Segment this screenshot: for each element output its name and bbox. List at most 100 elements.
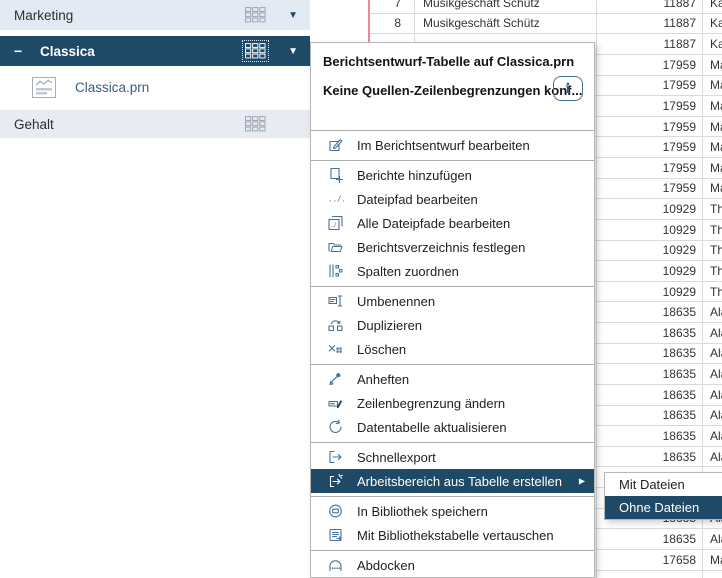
menu-separator: [311, 496, 594, 497]
add-report-icon: [326, 167, 345, 184]
table-cell-val: 18635: [597, 406, 703, 426]
undock-icon: [326, 557, 345, 574]
library-save-icon: [326, 503, 345, 520]
menu-item[interactable]: ../Alle Dateipfade bearbeiten: [311, 211, 594, 235]
menu-item-label: Schnellexport: [357, 450, 436, 465]
menu-item-label: Zeilenbegrenzung ändern: [357, 396, 505, 411]
menu-item-label: Arbeitsbereich aus Tabelle erstellen: [357, 474, 562, 489]
menu-item-label: Umbenennen: [357, 294, 435, 309]
menu-item-label: Duplizieren: [357, 318, 422, 333]
menu-item-label: Berichtsverzeichnis festlegen: [357, 240, 525, 255]
chevron-down-icon[interactable]: ▼: [288, 10, 298, 21]
menu-item-label: Mit Bibliothekstabelle vertauschen: [357, 528, 554, 543]
context-menu: Berichtsentwurf-Tabelle auf Classica.prn…: [310, 42, 595, 578]
refresh-icon: [326, 419, 345, 436]
table-row[interactable]: 8Musikgeschäft Schütz11887Kar: [368, 14, 722, 35]
info-icon[interactable]: i: [553, 76, 583, 101]
folder-icon: [326, 239, 345, 256]
submenu-item[interactable]: Ohne Dateien: [605, 496, 722, 519]
table-cell-val: 17959: [597, 76, 703, 96]
menu-item[interactable]: Abdocken: [311, 553, 594, 577]
menu-item[interactable]: Spalten zuordnen: [311, 259, 594, 283]
table-cell-val: 18635: [597, 302, 703, 322]
table-cell-tag: Ma: [703, 96, 722, 116]
menu-item[interactable]: Berichtsverzeichnis festlegen: [311, 235, 594, 259]
table-cell-val: 17959: [597, 158, 703, 178]
table-cell-val: 10929: [597, 199, 703, 219]
table-cell-val: 10929: [597, 261, 703, 281]
table-cell-tag: Kar: [703, 0, 722, 13]
menu-item[interactable]: Löschen: [311, 337, 594, 361]
table-cell-tag: Ma: [703, 179, 722, 199]
all-file-paths-icon: ../: [326, 215, 345, 232]
sidebar-item-gehalt[interactable]: Gehalt: [0, 110, 310, 138]
table-cell-val: 18635: [597, 364, 703, 384]
submenu-item[interactable]: Mit Dateien: [605, 473, 722, 496]
context-menu-header: Berichtsentwurf-Tabelle auf Classica.prn…: [311, 43, 594, 131]
table-cell-tag: The: [703, 241, 722, 261]
menu-item[interactable]: Arbeitsbereich aus Tabelle erstellen ▶: [311, 469, 594, 493]
menu-item[interactable]: Zeilenbegrenzung ändern: [311, 391, 594, 415]
menu-item-label: Berichte hinzufügen: [357, 168, 472, 183]
file-path-icon: ../..: [326, 191, 345, 208]
row-limit-icon: [326, 395, 345, 412]
table-cell-val: 11887: [597, 34, 703, 54]
sidebar-item-classica-prn[interactable]: Classica.prn: [0, 66, 310, 108]
sidebar-item-classica[interactable]: − Classica ▼: [0, 36, 310, 66]
collapse-minus-icon[interactable]: −: [14, 43, 32, 59]
menu-item[interactable]: Mit Bibliothekstabelle vertauschen: [311, 523, 594, 547]
table-cell-val: 18635: [597, 323, 703, 343]
table-cell-name: Musikgeschäft Schütz: [415, 0, 597, 13]
table-cell-val: 18635: [597, 426, 703, 446]
edit-pencil-icon: [326, 137, 345, 154]
table-cell-tag: The: [703, 220, 722, 240]
table-grid-icon[interactable]: [245, 116, 266, 132]
menu-item[interactable]: Berichte hinzufügen: [311, 163, 594, 187]
table-cell-val: 17658: [597, 550, 703, 570]
menu-item-label: Dateipfad bearbeiten: [357, 192, 478, 207]
pin-icon: [326, 371, 345, 388]
menu-item[interactable]: ../.. Dateipfad bearbeiten: [311, 187, 594, 211]
table-cell-tag: Ma: [703, 117, 722, 137]
library-swap-icon: [326, 527, 345, 544]
app-window: 7Musikgeschäft Schütz11887Kar8Musikgesch…: [0, 0, 722, 578]
table-row[interactable]: 7Musikgeschäft Schütz11887Kar: [368, 0, 722, 14]
table-cell-tag: The: [703, 282, 722, 302]
menu-item[interactable]: Anheften: [311, 367, 594, 391]
menu-item[interactable]: Im Berichtsentwurf bearbeiten: [311, 133, 594, 157]
menu-separator: [311, 442, 594, 443]
table-cell-tag: Kar: [703, 14, 722, 34]
chevron-down-icon[interactable]: ▼: [288, 46, 298, 57]
submenu: Mit DateienOhne Dateien: [604, 472, 722, 520]
table-cell-val: 10929: [597, 220, 703, 240]
table-cell-val: 10929: [597, 282, 703, 302]
table-grid-icon[interactable]: [245, 7, 266, 23]
table-cell-tag: The: [703, 199, 722, 219]
menu-separator: [311, 550, 594, 551]
menu-item-label: Anheften: [357, 372, 409, 387]
table-cell-num: 8: [368, 14, 415, 34]
table-cell-val: 11887: [597, 14, 703, 34]
menu-item[interactable]: Schnellexport: [311, 445, 594, 469]
menu-item-label: Spalten zuordnen: [357, 264, 459, 279]
menu-item[interactable]: Datentabelle aktualisieren: [311, 415, 594, 439]
menu-item-label: Im Berichtsentwurf bearbeiten: [357, 138, 530, 153]
table-cell-tag: Ala: [703, 447, 722, 467]
context-menu-title: Berichtsentwurf-Tabelle auf Classica.prn: [323, 54, 582, 69]
sidebar-item-label: Classica: [40, 44, 95, 59]
table-cell-val: 11887: [597, 0, 703, 13]
table-cell-name: Musikgeschäft Schütz: [415, 14, 597, 34]
table-cell-tag: Ala: [703, 529, 722, 549]
menu-item[interactable]: In Bibliothek speichern: [311, 499, 594, 523]
delete-icon: [326, 341, 345, 358]
table-cell-val: 18635: [597, 344, 703, 364]
report-document-icon: [31, 76, 57, 99]
table-cell-val: 17959: [597, 55, 703, 75]
sidebar-item-marketing[interactable]: Marketing ▼: [0, 0, 310, 30]
submenu-arrow-icon: ▶: [579, 477, 585, 486]
menu-item[interactable]: Duplizieren: [311, 313, 594, 337]
table-grid-icon[interactable]: [245, 43, 266, 59]
menu-item[interactable]: Umbenennen: [311, 289, 594, 313]
rename-icon: [326, 293, 345, 310]
map-columns-icon: [326, 263, 345, 280]
